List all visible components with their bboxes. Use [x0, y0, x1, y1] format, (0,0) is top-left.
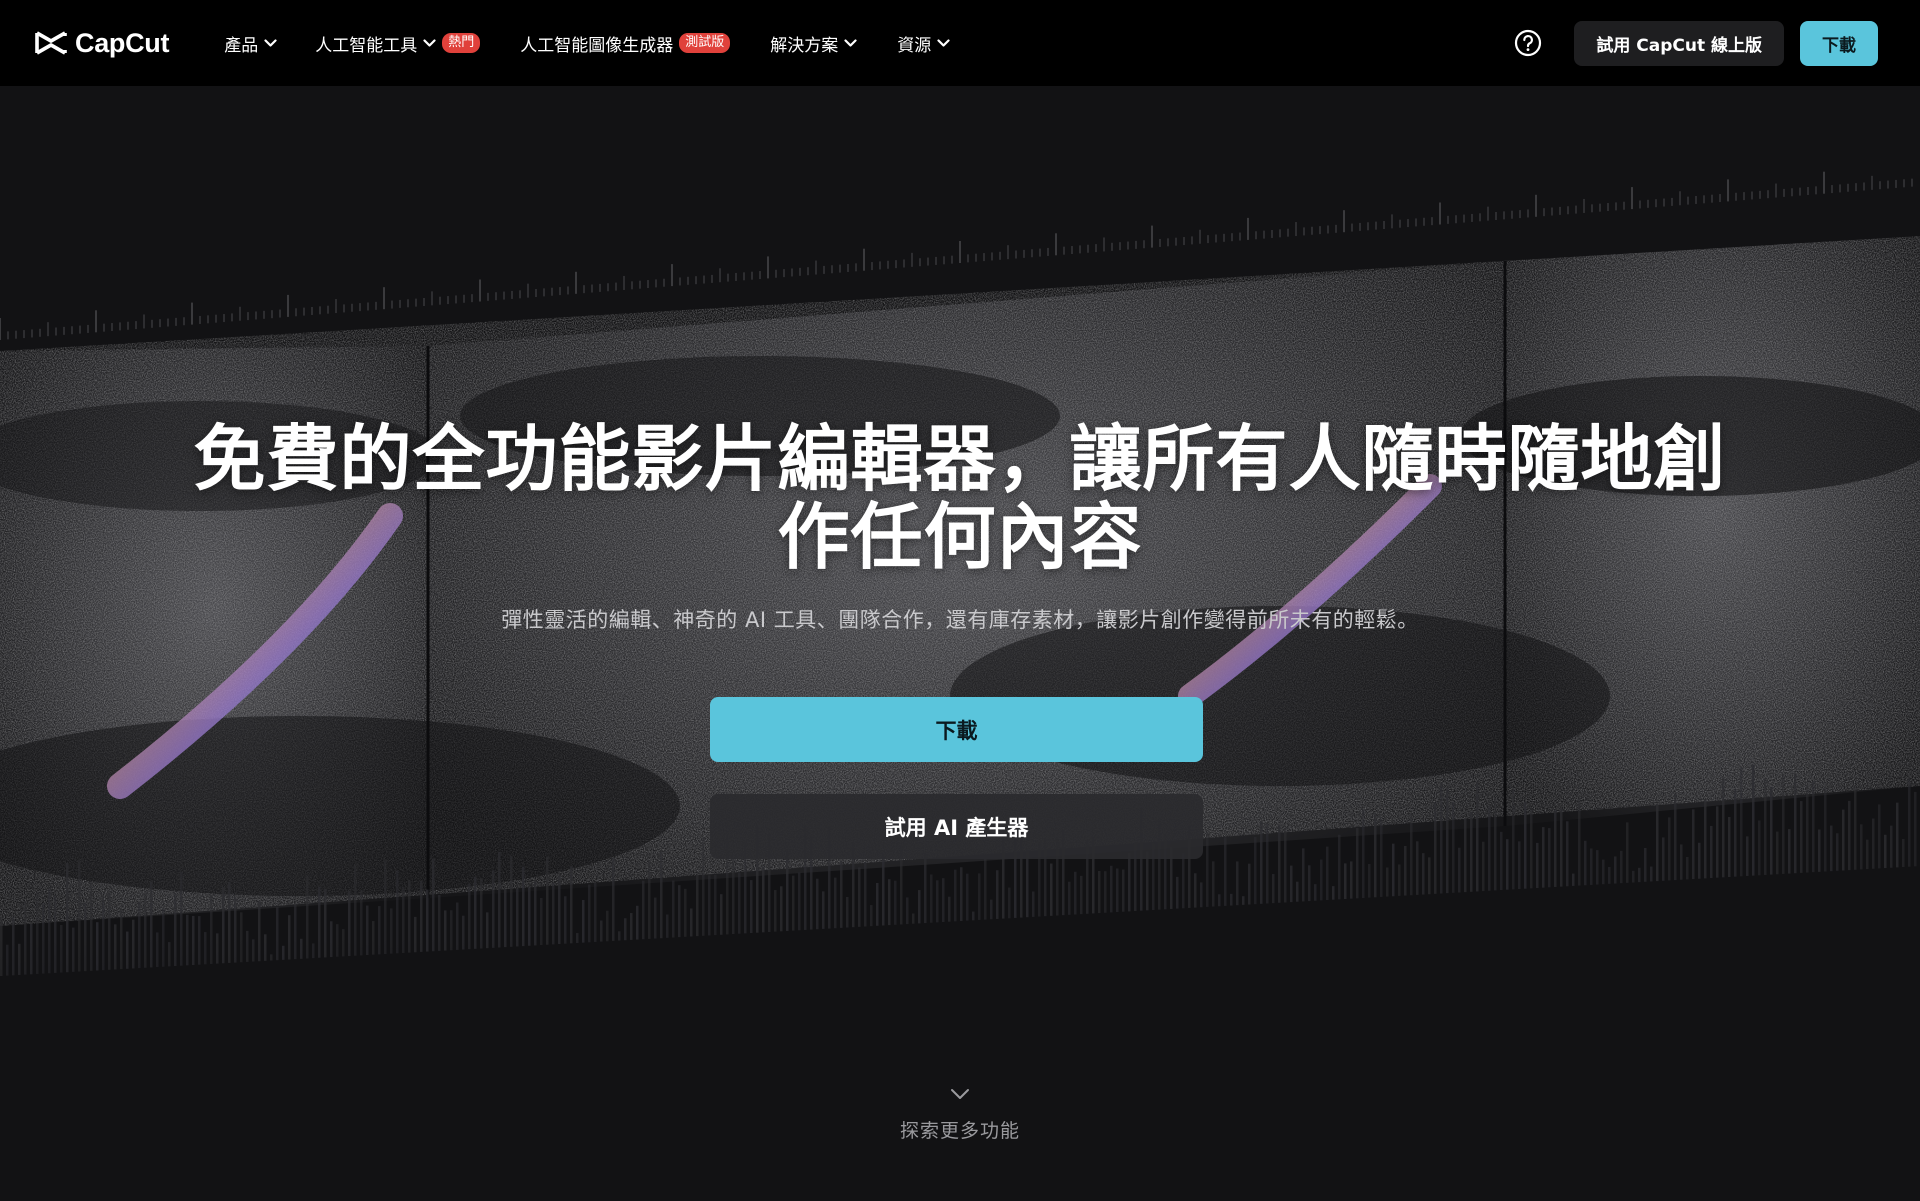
question-circle-icon[interactable] [1514, 29, 1542, 57]
nav-actions: 試用 CapCut 線上版 下載 [1514, 0, 1878, 86]
chevron-down-icon [264, 38, 277, 48]
hero-title: 免費的全功能影片編輯器，讓所有人隨時隨地創 作任何內容 [170, 420, 1750, 576]
hero-subtitle: 彈性靈活的編輯、神奇的 AI 工具、團隊合作，還有庫存素材，讓影片創作變得前所未… [501, 608, 1419, 632]
try-ai-generator-button[interactable]: 試用 AI 產生器 [710, 794, 1203, 859]
chevron-down-icon [423, 38, 436, 48]
nav-item-resources[interactable]: 資源 [897, 31, 950, 56]
nav-item-products[interactable]: 產品 [224, 31, 277, 56]
explore-more-label: 探索更多功能 [899, 1120, 1020, 1142]
hero-title-line-1: 免費的全功能影片編輯器，讓所有人隨時隨地創 [193, 417, 1727, 501]
top-nav: CapCut 產品 人工智能工具 熱門 人工智能圖像生成器 測試版 解決方案 資… [0, 0, 1920, 86]
explore-more[interactable]: 探索更多功能 [810, 1088, 1110, 1143]
nav-item-ai-image-generator[interactable]: 人工智能圖像生成器 測試版 [520, 31, 731, 56]
main-menu: 產品 人工智能工具 熱門 人工智能圖像生成器 測試版 解決方案 資源 [224, 31, 950, 56]
nav-download-button[interactable]: 下載 [1800, 20, 1878, 66]
hero-title-line-2: 作任何內容 [777, 495, 1143, 579]
capcut-logo-icon [35, 30, 67, 56]
hero-background [0, 86, 1920, 1201]
download-button[interactable]: 下載 [710, 697, 1203, 762]
beta-badge: 測試版 [679, 33, 731, 53]
nav-item-label: 解決方案 [770, 35, 839, 56]
brand-name: CapCut [75, 27, 170, 58]
nav-item-label: 人工智能圖像生成器 [520, 35, 674, 56]
hot-badge: 熱門 [442, 33, 481, 53]
nav-item-label: 產品 [224, 35, 259, 56]
nav-item-label: 資源 [897, 35, 932, 56]
chevron-down-icon [844, 38, 857, 48]
chevron-down-icon [937, 38, 950, 48]
nav-item-label: 人工智能工具 [315, 35, 418, 56]
page: CapCut 產品 人工智能工具 熱門 人工智能圖像生成器 測試版 解決方案 資… [0, 0, 1920, 1201]
nav-item-ai-tools[interactable]: 人工智能工具 熱門 [315, 31, 481, 56]
nav-item-solutions[interactable]: 解決方案 [770, 31, 857, 56]
chevron-down-icon [950, 1088, 970, 1100]
capcut-logo[interactable]: CapCut [35, 27, 170, 59]
try-online-button[interactable]: 試用 CapCut 線上版 [1574, 20, 1784, 66]
